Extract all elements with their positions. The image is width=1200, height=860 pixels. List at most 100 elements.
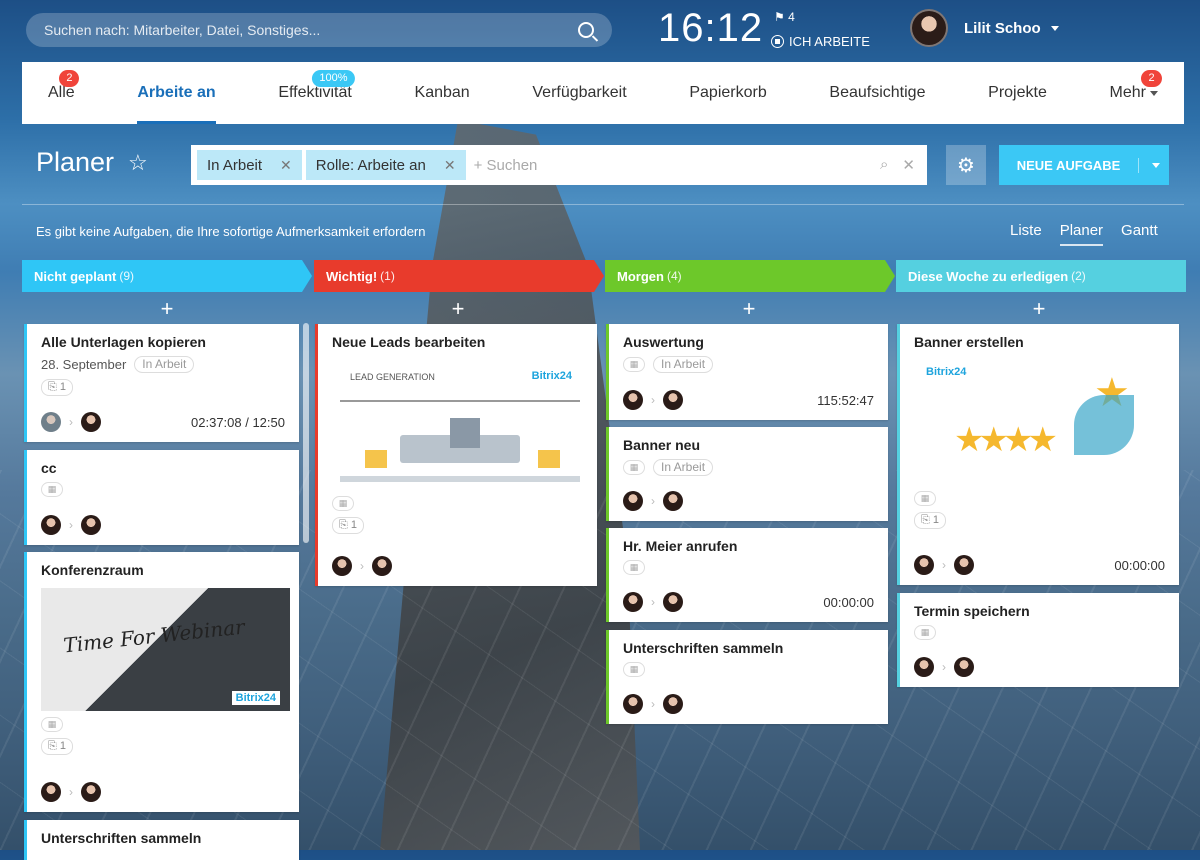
add-task-button[interactable]: + (319, 296, 597, 322)
avatar[interactable] (914, 555, 934, 575)
settings-button[interactable]: ⚙ (946, 145, 986, 185)
task-card[interactable]: Hr. Meier anrufen ▦ › 00:00:00 (606, 528, 888, 622)
global-search[interactable]: Suchen nach: Mitarbeiter, Datei, Sonstig… (26, 13, 612, 47)
task-title[interactable]: Neue Leads bearbeiten (332, 334, 583, 350)
search-icon[interactable]: ⌕ (880, 156, 888, 174)
task-card[interactable]: Termin speichern ▦ › (897, 593, 1179, 687)
task-card[interactable]: Unterschriften sammeln ▦ › (606, 630, 888, 724)
tab-alle[interactable]: 2 Alle (48, 62, 80, 124)
avatar[interactable] (623, 390, 643, 410)
task-title[interactable]: Unterschriften sammeln (41, 830, 285, 846)
add-task-button[interactable]: + (900, 296, 1178, 322)
tab-papierkorb[interactable]: Papierkorb (689, 62, 766, 124)
avatar[interactable] (41, 515, 61, 535)
add-task-button[interactable]: + (28, 296, 306, 322)
avatar[interactable] (954, 657, 974, 677)
calendar-icon[interactable]: ▦ (914, 625, 936, 640)
close-icon[interactable]: ✕ (444, 157, 456, 174)
avatar[interactable] (663, 390, 683, 410)
view-gantt[interactable]: Gantt (1121, 222, 1158, 246)
avatar[interactable] (81, 412, 101, 432)
calendar-icon[interactable]: ▦ (623, 460, 645, 475)
calendar-icon[interactable]: ▦ (623, 357, 645, 372)
task-title[interactable]: Hr. Meier anrufen (623, 538, 874, 554)
avatar[interactable] (910, 9, 948, 47)
avatar[interactable] (623, 592, 643, 612)
tab-projekte[interactable]: Projekte (988, 62, 1047, 124)
task-title[interactable]: Termin speichern (914, 603, 1165, 619)
attachment-badge[interactable]: ⎘ 1 (914, 512, 946, 529)
work-status-button[interactable]: ICH ARBEITE (771, 34, 870, 49)
calendar-icon[interactable]: ▦ (41, 482, 63, 497)
close-icon[interactable]: ✕ (280, 157, 292, 174)
star-icon[interactable]: ☆ (128, 150, 148, 176)
task-card[interactable]: Konferenzraum Time For Webinar Bitrix24 … (24, 552, 299, 812)
tab-mehr[interactable]: 2 Mehr (1110, 62, 1162, 124)
task-image-lead-generation[interactable]: LEAD GENERATION Bitrix24 (340, 360, 580, 490)
column-header-important[interactable]: Wichtig! (1) (314, 260, 604, 292)
task-title[interactable]: cc (41, 460, 285, 476)
task-card[interactable]: Banner erstellen Bitrix24 ★★★★ ★ ▦ ⎘ 1 ›… (897, 324, 1179, 585)
avatar[interactable] (623, 491, 643, 511)
task-title[interactable]: Auswertung (623, 334, 874, 350)
avatar[interactable] (41, 412, 61, 432)
user-menu[interactable]: Lilit Schoo (910, 9, 1059, 47)
task-title[interactable]: Alle Unterlagen kopieren (41, 334, 285, 350)
calendar-icon[interactable]: ▦ (914, 491, 936, 506)
avatar[interactable] (663, 592, 683, 612)
column-header-this-week[interactable]: Diese Woche zu erledigen (2) (896, 260, 1186, 292)
task-title[interactable]: Konferenzraum (41, 562, 285, 578)
attachment-badge[interactable]: ⎘ 1 (41, 379, 73, 396)
task-people: › (41, 412, 101, 432)
avatar[interactable] (914, 657, 934, 677)
avatar[interactable] (81, 515, 101, 535)
task-title[interactable]: Banner erstellen (914, 334, 1165, 350)
calendar-icon[interactable]: ▦ (41, 717, 63, 732)
new-task-button[interactable]: NEUE AUFGABE (999, 145, 1169, 185)
avatar[interactable] (623, 694, 643, 714)
scrollbar[interactable] (303, 323, 309, 543)
column-header-tomorrow[interactable]: Morgen (4) (605, 260, 895, 292)
task-title[interactable]: Banner neu (623, 437, 874, 453)
task-title[interactable]: Unterschriften sammeln (623, 640, 874, 656)
attachment-badge[interactable]: ⎘ 1 (332, 517, 364, 534)
avatar[interactable] (81, 782, 101, 802)
calendar-icon[interactable]: ▦ (623, 662, 645, 677)
avatar[interactable] (954, 555, 974, 575)
search-icon[interactable] (578, 22, 594, 38)
clear-icon[interactable]: ✕ (902, 156, 915, 174)
task-card[interactable]: Neue Leads bearbeiten LEAD GENERATION Bi… (315, 324, 597, 586)
search-input[interactable]: Suchen nach: Mitarbeiter, Datei, Sonstig… (44, 22, 578, 38)
task-image-webinar[interactable]: Time For Webinar Bitrix24 (41, 588, 290, 711)
view-planer[interactable]: Planer (1059, 222, 1104, 246)
avatar[interactable] (372, 556, 392, 576)
filter-bar[interactable]: In Arbeit ✕ Rolle: Arbeite an ✕ + Suchen ⌕… (191, 145, 927, 185)
avatar[interactable] (663, 694, 683, 714)
task-image-banner[interactable]: Bitrix24 ★★★★ ★ (914, 360, 1164, 485)
task-card[interactable]: Banner neu ▦ In Arbeit › (606, 427, 888, 521)
avatar[interactable] (41, 782, 61, 802)
filter-chip-role[interactable]: Rolle: Arbeite an ✕ (305, 150, 466, 180)
task-card[interactable]: Unterschriften sammeln (24, 820, 299, 860)
avatar[interactable] (663, 491, 683, 511)
add-task-button[interactable]: + (610, 296, 888, 322)
calendar-icon[interactable]: ▦ (332, 496, 354, 511)
task-card[interactable]: Alle Unterlagen kopieren 28. September In… (24, 324, 299, 442)
tab-effektivitaet[interactable]: 100% Effektivität (278, 62, 355, 124)
new-task-dropdown[interactable] (1139, 162, 1169, 168)
task-card[interactable]: cc ▦ › (24, 450, 299, 545)
view-list[interactable]: Liste (1010, 222, 1042, 246)
filter-chip-status[interactable]: In Arbeit ✕ (197, 150, 302, 180)
task-card[interactable]: Auswertung ▦ In Arbeit › 115:52:47 (606, 324, 888, 420)
tab-verfuegbarkeit[interactable]: Verfügbarkeit (532, 62, 626, 124)
flag-counter[interactable]: ⚑ 4 (774, 10, 795, 24)
tab-arbeite-an[interactable]: Arbeite an (137, 62, 216, 124)
column-header-not-planned[interactable]: Nicht geplant (9) (22, 260, 312, 292)
tab-kanban[interactable]: Kanban (415, 62, 470, 124)
filter-search-input[interactable]: + Suchen (470, 157, 876, 174)
attachment-badge[interactable]: ⎘ 1 (41, 738, 73, 755)
task-deadline[interactable]: 28. September (41, 357, 126, 372)
tab-beaufsichtige[interactable]: Beaufsichtige (829, 62, 925, 124)
calendar-icon[interactable]: ▦ (623, 560, 645, 575)
avatar[interactable] (332, 556, 352, 576)
